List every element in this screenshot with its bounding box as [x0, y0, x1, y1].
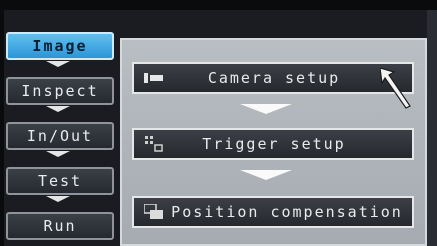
menu-item-label: In/Out [26, 127, 94, 145]
menu-item-run[interactable]: Run [6, 212, 114, 240]
menu-arrow-down-icon [46, 151, 70, 157]
menu-item-test[interactable]: Test [6, 167, 114, 195]
arrow-pointer-icon [379, 67, 416, 114]
camera-icon [142, 69, 166, 87]
position-compensation-label: Position compensation [171, 203, 403, 221]
trigger-icon [142, 135, 166, 153]
flow-arrow-down-icon [240, 170, 292, 180]
menu-arrow-down-icon [46, 61, 70, 67]
trigger-setup-label: Trigger setup [202, 135, 346, 153]
screen-edge [427, 10, 437, 246]
setup-flow-panel: Camera setup Trigger setup Position comp… [120, 38, 427, 246]
menu-item-label: Inspect [21, 82, 99, 100]
device-screen: Image Inspect In/Out Test Run Camera set… [0, 0, 437, 246]
menu-item-inspect[interactable]: Inspect [6, 77, 114, 105]
trigger-setup-button[interactable]: Trigger setup [132, 128, 414, 160]
menu-arrow-down-icon [46, 106, 70, 112]
menu-item-image[interactable]: Image [6, 32, 114, 60]
camera-setup-button[interactable]: Camera setup [132, 62, 414, 94]
menu-item-label: Image [32, 37, 88, 55]
position-icon [142, 203, 166, 221]
camera-setup-label: Camera setup [207, 69, 341, 87]
menu-item-label: Run [43, 217, 77, 235]
menu-arrow-down-icon [46, 196, 70, 202]
menu-item-label: Test [37, 172, 83, 190]
position-compensation-button[interactable]: Position compensation [132, 196, 414, 228]
menu-item-in-out[interactable]: In/Out [6, 122, 114, 150]
flow-arrow-down-icon [240, 104, 292, 114]
